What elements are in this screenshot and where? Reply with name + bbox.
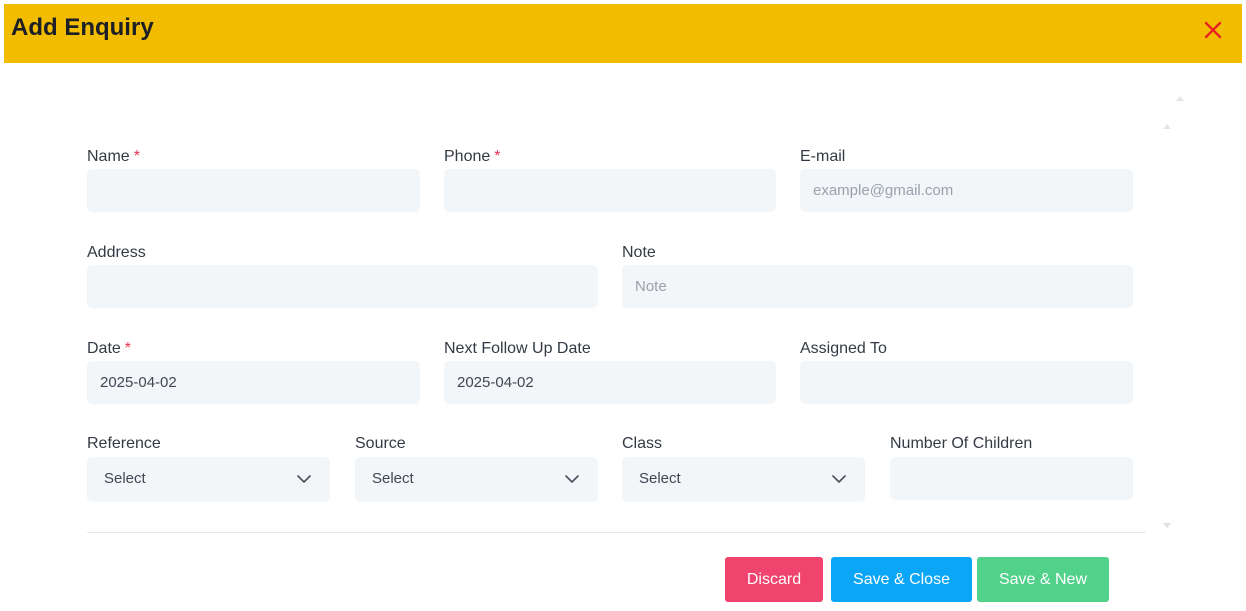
phone-input[interactable] <box>444 169 776 212</box>
name-input[interactable] <box>87 169 420 212</box>
discard-button[interactable]: Discard <box>725 557 823 602</box>
save-and-close-button[interactable]: Save & Close <box>831 557 972 602</box>
note-input[interactable] <box>622 265 1133 308</box>
dialog-title: Add Enquiry <box>11 14 154 41</box>
close-button[interactable] <box>1202 19 1224 41</box>
chevron-down-icon <box>297 475 311 483</box>
class-selected-value: Select <box>639 470 681 487</box>
number-of-children-input[interactable] <box>890 457 1133 500</box>
close-icon <box>1204 21 1222 39</box>
save-and-new-button[interactable]: Save & New <box>977 557 1109 602</box>
note-label: Note <box>622 244 656 261</box>
address-input[interactable] <box>87 265 598 308</box>
next-follow-up-date-label: Next Follow Up Date <box>444 340 591 357</box>
class-label: Class <box>622 435 663 452</box>
next-follow-up-date-input[interactable] <box>444 361 776 404</box>
email-label: E-mail <box>800 148 846 165</box>
footer-divider <box>87 532 1146 533</box>
date-label: Date * <box>87 340 132 357</box>
assigned-to-label: Assigned To <box>800 340 887 357</box>
scroll-up-arrow-icon[interactable] <box>1163 124 1171 129</box>
dialog-header: Add Enquiry <box>4 4 1242 63</box>
address-label: Address <box>87 244 146 261</box>
number-of-children-label: Number Of Children <box>890 435 1033 452</box>
required-mark: * <box>494 148 501 165</box>
phone-label: Phone * <box>444 148 501 165</box>
source-select[interactable]: Select <box>355 457 598 502</box>
reference-select[interactable]: Select <box>87 457 330 502</box>
reference-label: Reference <box>87 435 161 452</box>
email-input[interactable] <box>800 169 1133 212</box>
chevron-down-icon <box>832 475 846 483</box>
class-select[interactable]: Select <box>622 457 865 502</box>
source-selected-value: Select <box>372 470 414 487</box>
name-label: Name * <box>87 148 140 165</box>
assigned-to-input[interactable] <box>800 361 1133 404</box>
required-mark: * <box>124 340 132 357</box>
reference-selected-value: Select <box>104 470 146 487</box>
scroll-down-arrow-icon[interactable] <box>1163 523 1171 528</box>
date-input[interactable] <box>87 361 420 404</box>
source-label: Source <box>355 435 406 452</box>
chevron-down-icon <box>565 475 579 483</box>
required-mark: * <box>133 148 140 165</box>
scroll-up-arrow-icon[interactable] <box>1176 96 1184 101</box>
